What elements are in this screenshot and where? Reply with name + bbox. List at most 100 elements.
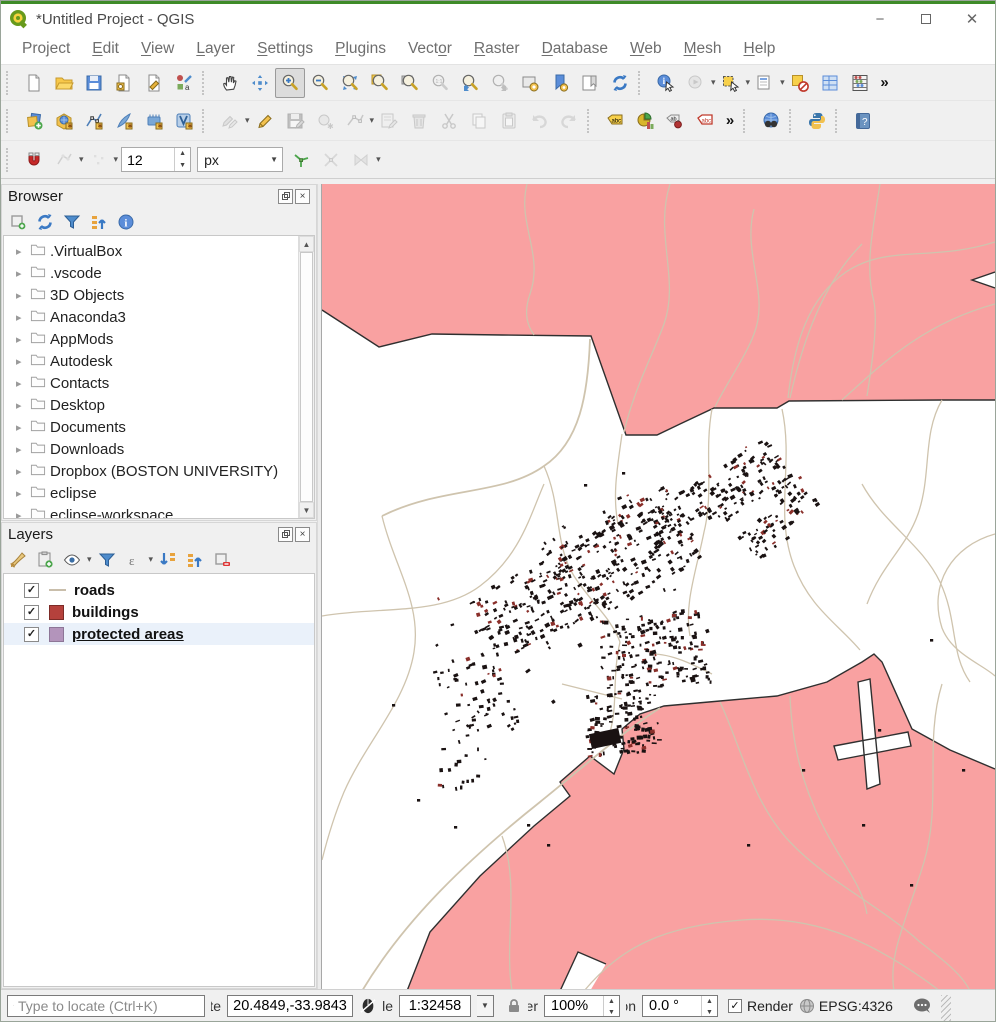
open-layer-styling-button[interactable] — [6, 548, 30, 572]
collapse-all-layers-button[interactable] — [183, 548, 207, 572]
spin-down-icon[interactable]: ▼ — [702, 1007, 717, 1018]
zoom-to-selection-button[interactable] — [365, 68, 395, 98]
layer-visibility-checkbox[interactable]: ✓ — [24, 627, 39, 642]
snapping-mode-button[interactable] — [49, 145, 79, 175]
menu-vector[interactable]: Vector — [397, 36, 463, 62]
zoom-to-layer-button[interactable] — [395, 68, 425, 98]
refresh-map-button[interactable] — [605, 68, 635, 98]
layer-item-buildings[interactable]: ✓buildings — [4, 601, 314, 623]
scrollbar-thumb[interactable] — [300, 252, 313, 502]
paste-features-button[interactable] — [494, 106, 524, 136]
layer-item-protected-areas[interactable]: ✓protected areas — [4, 623, 314, 645]
new-virtual-layer-button[interactable]: ✱ — [169, 106, 199, 136]
magnifier-input[interactable] — [545, 996, 603, 1016]
layer-diagrams-button[interactable] — [630, 106, 660, 136]
menu-mesh[interactable]: Mesh — [673, 36, 733, 62]
close-button[interactable]: ✕ — [949, 4, 995, 34]
menu-plugins[interactable]: Plugins — [324, 36, 397, 62]
copy-features-button[interactable] — [464, 106, 494, 136]
data-source-manager-button[interactable] — [19, 106, 49, 136]
menu-database[interactable]: Database — [531, 36, 619, 62]
select-by-value-button[interactable] — [750, 68, 780, 98]
python-console-button[interactable] — [802, 106, 832, 136]
toolbar-overflow[interactable]: » — [720, 112, 740, 129]
extents-mouse-icon[interactable] — [359, 998, 377, 1014]
browser-close-button[interactable]: × — [295, 189, 310, 204]
new-geopackage-layer-button[interactable]: ✱ — [49, 106, 79, 136]
zoom-native-button[interactable]: 1:1 — [425, 68, 455, 98]
expand-arrow-icon[interactable]: ▸ — [16, 399, 30, 412]
chevron-down-icon[interactable]: ▾ — [376, 154, 381, 165]
expand-arrow-icon[interactable]: ▸ — [16, 333, 30, 346]
browser-item-documents[interactable]: ▸Documents — [4, 416, 298, 438]
spin-up-icon[interactable]: ▲ — [175, 148, 190, 160]
deselect-all-button[interactable] — [785, 68, 815, 98]
layer-visibility-checkbox[interactable]: ✓ — [24, 605, 39, 620]
minimize-button[interactable]: − — [857, 4, 903, 34]
maximize-button[interactable] — [903, 4, 949, 34]
layer-visibility-checkbox[interactable]: ✓ — [24, 583, 39, 598]
spin-down-icon[interactable]: ▼ — [175, 160, 190, 172]
snapping-tolerance-spin[interactable]: ▲▼ — [121, 147, 191, 172]
zoom-full-extent-button[interactable] — [335, 68, 365, 98]
browser-item-anaconda3[interactable]: ▸Anaconda3 — [4, 306, 298, 328]
snap-on-intersection-button[interactable] — [316, 145, 346, 175]
delete-selected-button[interactable] — [404, 106, 434, 136]
browser-item--vscode[interactable]: ▸.vscode — [4, 262, 298, 284]
menu-help[interactable]: Help — [733, 36, 787, 62]
filter-browser-button[interactable] — [60, 210, 84, 234]
chevron-down-icon[interactable]: ▾ — [245, 115, 250, 126]
crs-status[interactable]: EPSG:4326 — [799, 998, 893, 1014]
enable-snapping-button[interactable] — [19, 145, 49, 175]
browser-item-appmods[interactable]: ▸AppMods — [4, 328, 298, 350]
layers-float-button[interactable] — [278, 527, 293, 542]
add-group-button[interactable] — [33, 548, 57, 572]
spin-up-icon[interactable]: ▲ — [604, 996, 619, 1007]
enable-properties-widget-button[interactable]: i — [114, 210, 138, 234]
new-spatialite-layer-button[interactable]: ✱ — [109, 106, 139, 136]
zoom-in-button[interactable] — [275, 68, 305, 98]
style-manager-button[interactable]: a — [169, 68, 199, 98]
coordinate-box[interactable] — [227, 995, 353, 1017]
identify-features-button[interactable]: i — [651, 68, 681, 98]
refresh-browser-button[interactable] — [33, 210, 57, 234]
filter-legend-button[interactable] — [95, 548, 119, 572]
messages-icon[interactable] — [913, 997, 933, 1014]
topological-editing-button[interactable] — [286, 145, 316, 175]
expand-arrow-icon[interactable]: ▸ — [16, 509, 30, 520]
avoid-overlap-button[interactable] — [346, 145, 376, 175]
browser-item-dropbox-boston-university-[interactable]: ▸Dropbox (BOSTON UNIVERSITY) — [4, 460, 298, 482]
open-project-button[interactable] — [49, 68, 79, 98]
locate-box[interactable] — [7, 995, 205, 1017]
rotation-spin[interactable]: ▲▼ — [642, 995, 718, 1017]
browser-item-autodesk[interactable]: ▸Autodesk — [4, 350, 298, 372]
show-layout-manager-button[interactable] — [139, 68, 169, 98]
scale-input[interactable] — [400, 998, 470, 1014]
scroll-up-icon[interactable]: ▲ — [299, 236, 314, 252]
field-calculator-button[interactable] — [845, 68, 875, 98]
pan-map-button[interactable] — [215, 68, 245, 98]
undo-button[interactable] — [524, 106, 554, 136]
vertex-tool-button[interactable] — [340, 106, 370, 136]
render-checkbox[interactable]: ✓ — [728, 999, 742, 1013]
highlight-pinned-labels-button[interactable]: abc — [690, 106, 720, 136]
snapping-type-button[interactable] — [84, 145, 114, 175]
expand-arrow-icon[interactable]: ▸ — [16, 355, 30, 368]
new-print-layout-button[interactable] — [109, 68, 139, 98]
redo-button[interactable] — [554, 106, 584, 136]
snapping-units-combo[interactable]: px▼ — [197, 147, 283, 172]
browser-item-eclipse[interactable]: ▸eclipse — [4, 482, 298, 504]
toggle-editing-button[interactable] — [250, 106, 280, 136]
layer-labeling-button[interactable]: abc — [600, 106, 630, 136]
open-attribute-table-button[interactable] — [815, 68, 845, 98]
spin-down-icon[interactable]: ▼ — [604, 1007, 619, 1018]
chevron-down-icon[interactable]: ▾ — [780, 77, 785, 88]
scale-dropdown-icon[interactable]: ▼ — [477, 995, 494, 1017]
expand-arrow-icon[interactable]: ▸ — [16, 487, 30, 500]
chevron-down-icon[interactable]: ▾ — [79, 154, 84, 165]
expand-all-button[interactable] — [156, 548, 180, 572]
chevron-down-icon[interactable]: ▾ — [711, 77, 716, 88]
snapping-tolerance-input[interactable] — [122, 148, 174, 171]
zoom-next-button[interactable] — [485, 68, 515, 98]
menu-web[interactable]: Web — [619, 36, 673, 62]
